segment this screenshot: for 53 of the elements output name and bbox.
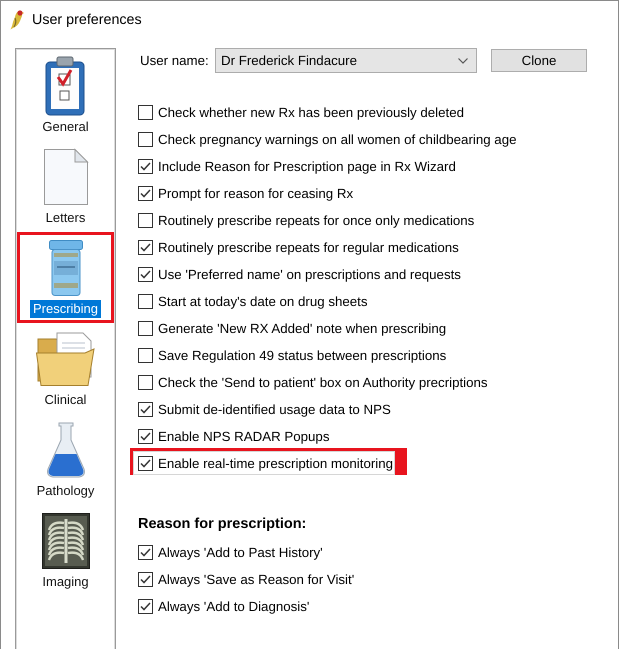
clone-button[interactable]: Clone bbox=[491, 49, 587, 72]
field-label: User name: bbox=[140, 53, 210, 68]
checkbox[interactable] bbox=[138, 598, 153, 614]
clipboard-icon bbox=[44, 56, 86, 116]
checkbox-option[interactable]: Check the 'Send to patient' box on Authority precriptions bbox=[138, 374, 488, 390]
sidebar-item[interactable]: General bbox=[20, 53, 111, 138]
checkbox-option[interactable]: Always 'Add to Diagnosis' bbox=[138, 598, 310, 614]
checkbox-option[interactable]: Use 'Preferred name' on prescriptions and requests bbox=[138, 266, 461, 282]
checkbox[interactable] bbox=[138, 374, 153, 390]
checkbox[interactable] bbox=[138, 186, 153, 200]
checkbox-option[interactable]: Submit de-identified usage data to NPS bbox=[138, 402, 391, 416]
section-heading: Reason for prescription: bbox=[138, 515, 306, 533]
checkbox-option[interactable]: Generate 'New RX Added' note when prescribing bbox=[138, 320, 446, 336]
checkbox[interactable] bbox=[138, 428, 153, 444]
folder-icon bbox=[34, 331, 96, 387]
checkbox[interactable] bbox=[138, 456, 153, 470]
checkbox-option[interactable]: Include Reason for Prescription page in Rx Wizard bbox=[138, 158, 456, 174]
checkbox-option[interactable]: Check pregnancy warnings on all women of childbearing age bbox=[138, 132, 516, 146]
checkbox-option[interactable]: Enable NPS RADAR Popups bbox=[138, 428, 330, 444]
checkbox-option[interactable]: Always 'Save as Reason for Visit' bbox=[138, 572, 354, 586]
checkbox[interactable] bbox=[138, 266, 153, 282]
document-icon bbox=[42, 148, 88, 206]
checkbox-option[interactable]: Routinely prescribe repeats for once only medications bbox=[138, 212, 474, 228]
checkbox[interactable] bbox=[138, 294, 153, 308]
sidebar-item[interactable]: Clinical bbox=[20, 326, 111, 411]
checkbox-option[interactable]: Save Regulation 49 status between prescriptions bbox=[138, 348, 446, 362]
checkbox[interactable] bbox=[138, 544, 153, 560]
checkbox[interactable] bbox=[138, 240, 153, 254]
bird-icon bbox=[10, 9, 24, 30]
checkbox-option[interactable]: Prompt for reason for ceasing Rx bbox=[138, 186, 354, 200]
checkbox[interactable] bbox=[138, 572, 153, 586]
checkbox[interactable] bbox=[138, 158, 153, 174]
sidebar-item[interactable]: Pathology bbox=[20, 417, 111, 502]
window-title: User preferences bbox=[32, 12, 142, 28]
x-ray-icon bbox=[42, 513, 90, 569]
checkbox-option[interactable]: Check whether new Rx has been previously deleted bbox=[138, 104, 464, 120]
checkbox[interactable] bbox=[138, 104, 153, 120]
sidebar-item[interactable]: Imaging bbox=[20, 508, 111, 593]
checkbox[interactable] bbox=[138, 320, 153, 336]
sidebar-item[interactable]: Letters bbox=[20, 144, 111, 229]
pill-bottle-icon bbox=[48, 239, 84, 297]
user-dropdown[interactable]: Dr Frederick Findacure bbox=[215, 48, 477, 73]
checkbox-option[interactable]: Routinely prescribe repeats for regular medications bbox=[138, 240, 459, 254]
sidebar-item[interactable]: Prescribing bbox=[20, 235, 111, 320]
chevron-down-icon bbox=[458, 58, 468, 64]
checkbox[interactable] bbox=[138, 132, 153, 146]
checkbox-option[interactable]: Always 'Add to Past History' bbox=[138, 544, 323, 560]
checkbox[interactable] bbox=[138, 212, 153, 228]
checkbox[interactable] bbox=[138, 402, 153, 416]
checkbox-option[interactable]: Start at today's date on drug sheets bbox=[138, 294, 368, 308]
checkbox-option[interactable]: Enable real-time prescription monitoring bbox=[138, 456, 394, 470]
checkbox[interactable] bbox=[138, 348, 153, 362]
flask-icon bbox=[46, 422, 86, 478]
